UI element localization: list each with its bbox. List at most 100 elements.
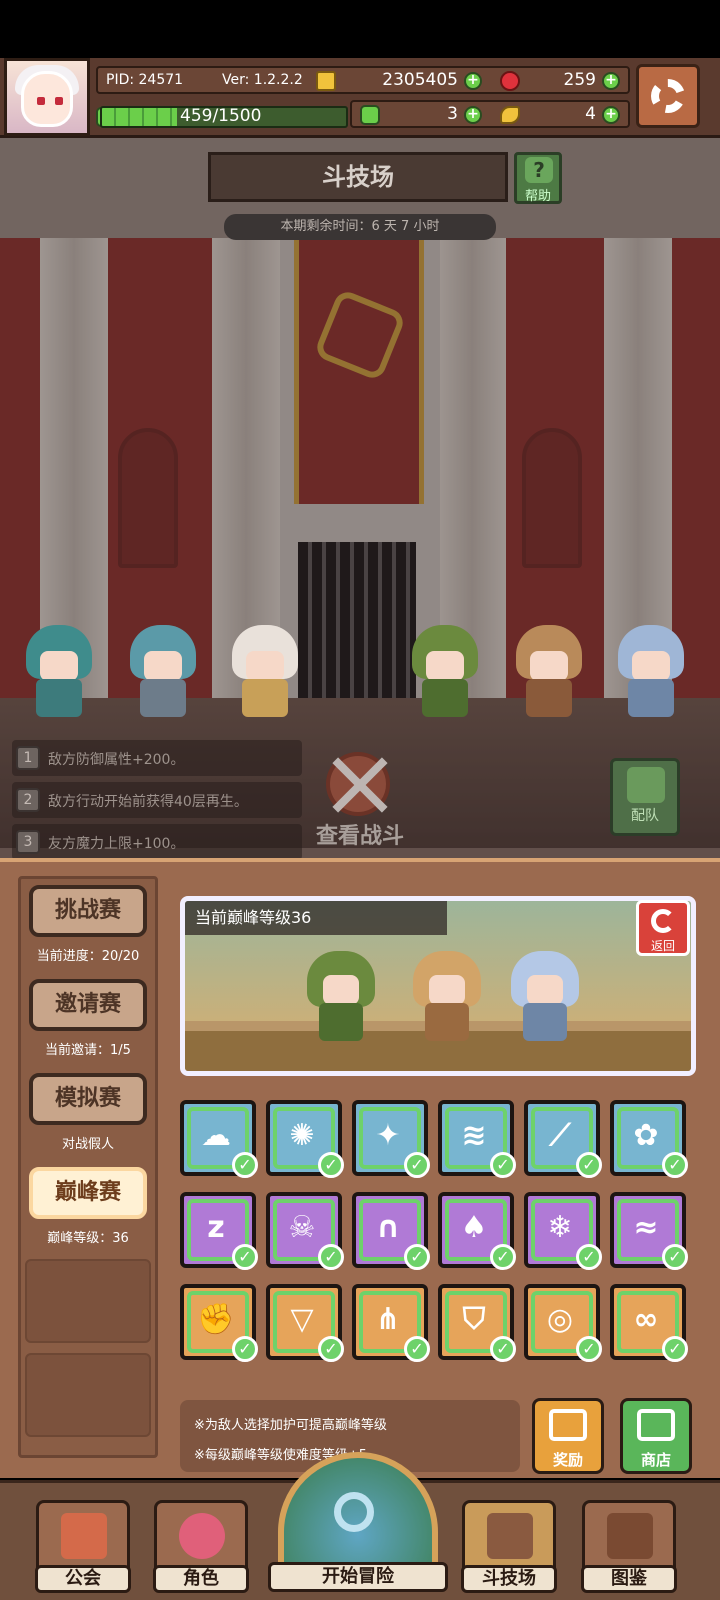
check-icon: ✓	[490, 1244, 516, 1270]
buff-tile[interactable]: z ✓	[180, 1192, 258, 1270]
buff-tile[interactable]: ☁ ✓	[180, 1100, 258, 1178]
check-icon: ✓	[662, 1152, 688, 1178]
modifier-number: 1	[16, 746, 40, 770]
version-label: Ver: 1.2.2.2	[222, 72, 303, 88]
challenge-mode-button[interactable]: 挑战赛	[29, 885, 147, 937]
target-icon: ◎	[546, 1302, 574, 1337]
season-timer: 本期剩余时间：6 天 7 小时	[224, 214, 496, 240]
help-button[interactable]: ? 帮助	[514, 152, 562, 204]
check-icon: ✓	[404, 1336, 430, 1362]
buff-tile[interactable]: ∞ ✓	[610, 1284, 688, 1362]
buff-tile[interactable]: ✺ ✓	[266, 1100, 344, 1178]
check-icon: ✓	[232, 1336, 258, 1362]
empty-mode-slot	[25, 1353, 151, 1437]
shop-button[interactable]: 商店	[620, 1398, 692, 1474]
nav-codex[interactable]: 图鉴	[581, 1500, 677, 1593]
return-arrow-icon	[651, 909, 675, 933]
enemy-hero-lion	[506, 625, 592, 717]
buff-tile[interactable]: ∩ ✓	[352, 1192, 430, 1270]
add-gem-button[interactable]: +	[602, 72, 620, 90]
buff-tile[interactable]: ⛉ ✓	[438, 1284, 516, 1362]
modifier-item: 1 敌方防御属性+200。	[12, 740, 302, 776]
nav-guild-label: 公会	[35, 1565, 131, 1593]
gear-icon	[651, 79, 685, 113]
nav-character-label: 角色	[153, 1565, 249, 1593]
check-icon: ✓	[662, 1244, 688, 1270]
team-hero-lion	[407, 951, 487, 1041]
check-icon: ✓	[662, 1336, 688, 1362]
mushroom-icon: ♠	[460, 1210, 488, 1245]
buff-tile[interactable]: ✦ ✓	[352, 1100, 430, 1178]
add-clover-button[interactable]: +	[464, 106, 482, 124]
sleep-icon: z	[207, 1210, 225, 1245]
nav-guild[interactable]: 公会	[35, 1500, 131, 1593]
modifier-text: 敌方防御属性+200。	[48, 752, 185, 768]
player-id: PID: 24571	[106, 72, 184, 88]
nav-arena[interactable]: 斗技场	[461, 1500, 557, 1593]
modifier-text: 友方魔力上限+100。	[48, 836, 185, 852]
check-icon: ✓	[318, 1336, 344, 1362]
add-gold-button[interactable]: +	[464, 72, 482, 90]
buff-tile[interactable]: ≋ ✓	[438, 1100, 516, 1178]
gem-icon	[500, 71, 520, 91]
buff-tile[interactable]: ≈ ✓	[610, 1192, 688, 1270]
peak-team-preview: 当前巅峰等级36	[180, 896, 696, 1076]
back-button[interactable]: 返回	[636, 900, 690, 956]
snowflake-icon: ❄	[547, 1210, 573, 1245]
buff-grid: ☁ ✓ ✺ ✓ ✦ ✓ ≋ ✓ ⟋ ✓ ✿ ✓ z ✓ ☠ ✓ ∩ ✓ ♠ ✓ ❄ ✓ ≈ ✓ ✊ ✓ ▽ ✓ ⋔ ✓ ⛉ ✓ ◎ ✓ ∞ ✓	[180, 1100, 700, 1376]
buff-tile[interactable]: ⋔ ✓	[352, 1284, 430, 1362]
check-icon: ✓	[232, 1152, 258, 1178]
claw-icon: ⋔	[375, 1302, 401, 1337]
wind-icon: ≋	[461, 1118, 487, 1153]
buff-tile[interactable]: ▽ ✓	[266, 1284, 344, 1362]
arena-title-bar: 斗技场	[208, 152, 508, 202]
reward-button[interactable]: 奖励	[532, 1398, 604, 1474]
invitation-progress: 当前邀请：1/5	[45, 1043, 131, 1058]
magnifier-icon	[334, 1492, 374, 1532]
paw-icon: ✿	[633, 1118, 659, 1153]
peak-level-sub: 巅峰等级：36	[47, 1231, 129, 1246]
reward-label: 奖励	[552, 1451, 583, 1469]
gem-amount: 259	[563, 70, 596, 90]
buff-tile[interactable]: ♠ ✓	[438, 1192, 516, 1270]
horn-amount: 4	[585, 104, 596, 124]
buff-tile[interactable]: ◎ ✓	[524, 1284, 602, 1362]
enemy-hero-witch	[16, 625, 102, 717]
enemy-hero-frost	[608, 625, 694, 717]
team-hero-druid	[301, 951, 381, 1041]
peak-mode-button[interactable]: 巅峰赛	[29, 1167, 147, 1219]
modifier-item: 3 友方魔力上限+100。	[12, 824, 302, 860]
sun-icon: ✺	[289, 1118, 315, 1153]
modifier-list: 1 敌方防御属性+200。 2 敌方行动开始前获得40层再生。 3 友方魔力上限+10…	[12, 740, 302, 860]
check-icon: ✓	[576, 1336, 602, 1362]
buff-tile[interactable]: ☠ ✓	[266, 1192, 344, 1270]
check-icon: ✓	[404, 1244, 430, 1270]
back-label: 返回	[650, 939, 675, 953]
buff-tile[interactable]: ⟋ ✓	[524, 1100, 602, 1178]
check-icon: ✓	[576, 1152, 602, 1178]
guild-house-icon	[61, 1513, 107, 1559]
buff-tile[interactable]: ✿ ✓	[610, 1100, 688, 1178]
empty-mode-slot	[25, 1259, 151, 1343]
challenge-progress: 当前进度：20/20	[36, 949, 140, 964]
clover-amount: 3	[447, 104, 458, 124]
team-setup-button[interactable]: 配队	[610, 758, 680, 836]
shield-crest-icon: ▽	[290, 1302, 314, 1337]
player-avatar[interactable]	[4, 58, 90, 136]
nav-character[interactable]: 角色	[153, 1500, 249, 1593]
view-battle-button[interactable]: 查看战斗	[292, 748, 428, 854]
modifier-number: 3	[16, 830, 40, 854]
blade-icon: ⟋	[549, 1118, 571, 1153]
simulation-mode-button[interactable]: 模拟赛	[29, 1073, 147, 1125]
settings-button[interactable]	[636, 64, 700, 128]
crossed-swords-icon	[487, 1513, 533, 1559]
nav-adventure[interactable]: 开始冒险	[268, 1452, 448, 1600]
buff-tile[interactable]: ✊ ✓	[180, 1284, 258, 1362]
add-horn-button[interactable]: +	[602, 106, 620, 124]
shop-label: 商店	[640, 1451, 671, 1469]
buff-tile[interactable]: ❄ ✓	[524, 1192, 602, 1270]
fist-icon: ✊	[197, 1302, 235, 1337]
check-icon: ✓	[576, 1244, 602, 1270]
modifier-text: 敌方行动开始前获得40层再生。	[48, 794, 248, 810]
invitation-mode-button[interactable]: 邀请赛	[29, 979, 147, 1031]
